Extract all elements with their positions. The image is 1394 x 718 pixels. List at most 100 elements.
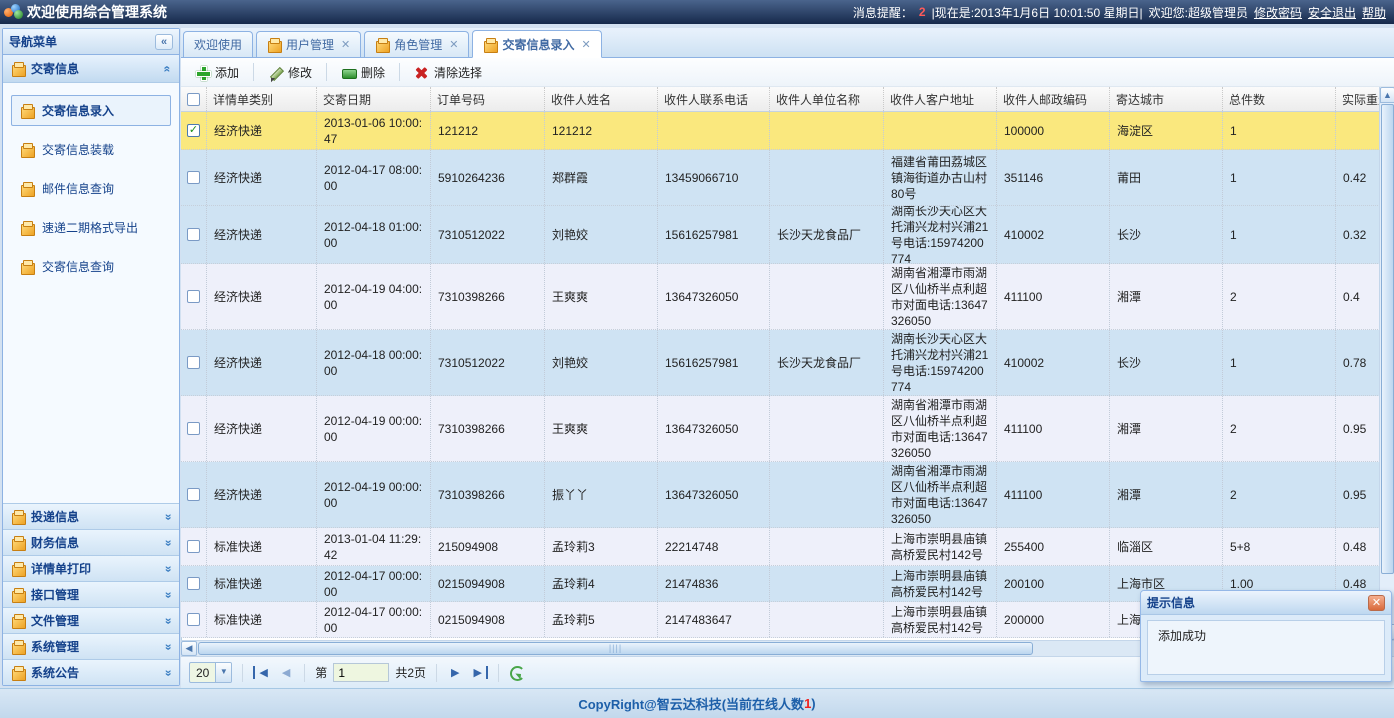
table-cell: 22214748 <box>658 528 770 565</box>
close-tab-icon[interactable]: ✕ <box>582 38 591 51</box>
message-count-badge[interactable]: 2 <box>919 5 926 19</box>
sidebar-item-label: 交寄信息录入 <box>42 102 114 119</box>
row-checkbox[interactable] <box>187 228 200 241</box>
tab-1[interactable]: 用户管理✕ <box>256 31 361 57</box>
clear-button[interactable]: 清除选择 <box>404 60 492 85</box>
row-checkbox[interactable]: ✓ <box>187 124 200 137</box>
sidebar-item-4[interactable]: 交寄信息查询 <box>11 251 171 282</box>
column-header-0[interactable]: 详情单类别 <box>207 87 317 111</box>
close-icon[interactable]: ✕ <box>1368 595 1385 611</box>
table-row[interactable]: 经济快递2012-04-19 00:00:007310398266振丫丫1364… <box>181 462 1379 528</box>
table-cell: 200100 <box>997 566 1110 601</box>
column-header-1[interactable]: 交寄日期 <box>317 87 431 111</box>
first-page-button[interactable]: ◀ <box>253 666 271 679</box>
table-cell <box>770 396 884 461</box>
add-button[interactable]: 添加 <box>185 60 249 85</box>
table-cell: 湖南长沙天心区大托浦兴龙村兴浦21号电话:15974200774 <box>884 206 997 263</box>
prev-page-button[interactable]: ◀ <box>278 666 294 679</box>
row-checkbox[interactable] <box>187 171 200 184</box>
row-checkbox[interactable] <box>187 488 200 501</box>
tab-3[interactable]: 交寄信息录入✕ <box>472 30 601 58</box>
column-header-5[interactable]: 收件人单位名称 <box>770 87 884 111</box>
table-cell: 刘艳姣 <box>545 206 658 263</box>
toolbar-separator <box>253 63 254 81</box>
row-checkbox[interactable] <box>187 422 200 435</box>
vertical-scrollbar[interactable]: ▲ ▼ <box>1379 87 1394 640</box>
row-checkbox[interactable] <box>187 356 200 369</box>
select-all-checkbox[interactable] <box>187 93 200 106</box>
page-size-select[interactable]: 20 ▼ <box>189 662 232 683</box>
table-cell: 13647326050 <box>658 462 770 527</box>
scroll-up-button[interactable]: ▲ <box>1380 87 1394 103</box>
row-checkbox[interactable] <box>187 613 200 626</box>
package-icon <box>11 614 25 627</box>
table-cell: 0.95 <box>1336 462 1379 527</box>
column-header-3[interactable]: 收件人姓名 <box>545 87 658 111</box>
page-number-input[interactable] <box>333 663 389 682</box>
table-row[interactable]: 经济快递2012-04-19 00:00:007310398266王爽爽1364… <box>181 396 1379 462</box>
sidebar-item-label: 邮件信息查询 <box>42 180 114 197</box>
table-cell: 410002 <box>997 206 1110 263</box>
chevron-down-icon[interactable]: ▼ <box>215 662 231 683</box>
dialog-title-bar[interactable]: 提示信息 ✕ <box>1141 591 1391 615</box>
row-checkbox[interactable] <box>187 540 200 553</box>
row-checkbox[interactable] <box>187 290 200 303</box>
help-link[interactable]: 帮助 <box>1362 4 1386 21</box>
sidebar-group-0[interactable]: 投递信息« <box>3 503 179 529</box>
toolbar-separator <box>326 63 327 81</box>
table-row[interactable]: 经济快递2012-04-18 01:00:007310512022刘艳姣1561… <box>181 206 1379 264</box>
sidebar-collapse-button[interactable]: « <box>155 34 173 50</box>
sidebar-item-0[interactable]: 交寄信息录入 <box>11 95 171 126</box>
row-checkbox[interactable] <box>187 577 200 590</box>
column-header-2[interactable]: 订单号码 <box>431 87 545 111</box>
table-cell: 0.48 <box>1336 528 1379 565</box>
horizontal-scroll-thumb[interactable] <box>198 642 1033 655</box>
next-page-button[interactable]: ▶ <box>447 666 463 679</box>
column-header-8[interactable]: 寄达城市 <box>1110 87 1223 111</box>
sidebar-group-jiaoji[interactable]: 交寄信息 « <box>3 55 179 83</box>
close-tab-icon[interactable]: ✕ <box>449 38 458 51</box>
column-header-6[interactable]: 收件人客户地址 <box>884 87 997 111</box>
sidebar-group-3[interactable]: 接口管理« <box>3 581 179 607</box>
table-cell: 长沙 <box>1110 330 1223 395</box>
titlebar-right: 消息提醒： 2 |现在是:2013年1月6日 10:01:50 星期日| 欢迎您… <box>853 4 1386 21</box>
table-cell: 351146 <box>997 150 1110 205</box>
table-row[interactable]: 标准快递2013-01-04 11:29:42215094908孟玲莉32221… <box>181 528 1379 566</box>
toolbar-button-label: 删除 <box>361 64 385 81</box>
table-cell: 莆田 <box>1110 150 1223 205</box>
table-row[interactable]: 经济快递2012-04-19 04:00:007310398266王爽爽1364… <box>181 264 1379 330</box>
table-cell: 上海市崇明县庙镇高桥爱民村142号 <box>884 566 997 601</box>
tab-2[interactable]: 角色管理✕ <box>364 31 469 57</box>
table-row[interactable]: ✓经济快递2013-01-06 10:00:471212121212121000… <box>181 112 1379 150</box>
table-row[interactable]: 经济快递2012-04-18 00:00:007310512022刘艳姣1561… <box>181 330 1379 396</box>
grid-toolbar: 添加修改 删除 清除选择 <box>181 58 1394 87</box>
sidebar-group-4[interactable]: 文件管理« <box>3 607 179 633</box>
close-tab-icon[interactable]: ✕ <box>341 38 350 51</box>
sidebar-item-3[interactable]: 速递二期格式导出 <box>11 212 171 243</box>
logout-link[interactable]: 安全退出 <box>1308 4 1356 21</box>
edit-button[interactable]: 修改 <box>258 60 322 85</box>
sidebar-group-1[interactable]: 财务信息« <box>3 529 179 555</box>
sidebar-group-label: 文件管理 <box>31 612 79 629</box>
refresh-icon[interactable] <box>509 665 524 680</box>
tab-0[interactable]: 欢迎使用 <box>183 31 253 57</box>
sidebar-item-2[interactable]: 邮件信息查询 <box>11 173 171 204</box>
sidebar-group-2[interactable]: 详情单打印« <box>3 555 179 581</box>
message-reminder-label: 消息提醒： <box>853 4 913 21</box>
sidebar-group-5[interactable]: 系统管理« <box>3 633 179 659</box>
scroll-left-button[interactable]: ◀ <box>181 641 197 656</box>
column-header-10[interactable]: 实际重量 <box>1336 87 1379 111</box>
change-password-link[interactable]: 修改密码 <box>1254 4 1302 21</box>
table-cell: 上海市崇明县庙镇高桥爱民村142号 <box>884 602 997 637</box>
table-row[interactable]: 经济快递2012-04-17 08:00:005910264236郑群霞1345… <box>181 150 1379 206</box>
column-header-7[interactable]: 收件人邮政编码 <box>997 87 1110 111</box>
package-icon <box>267 38 281 51</box>
column-header-9[interactable]: 总件数 <box>1223 87 1336 111</box>
sidebar-group-6[interactable]: 系统公告« <box>3 659 179 685</box>
sidebar-item-1[interactable]: 交寄信息装载 <box>11 134 171 165</box>
table-cell: 长沙 <box>1110 206 1223 263</box>
vertical-scroll-thumb[interactable] <box>1381 104 1394 574</box>
column-header-4[interactable]: 收件人联系电话 <box>658 87 770 111</box>
del-button[interactable]: 删除 <box>331 60 395 85</box>
last-page-button[interactable]: ▶ <box>469 666 487 679</box>
